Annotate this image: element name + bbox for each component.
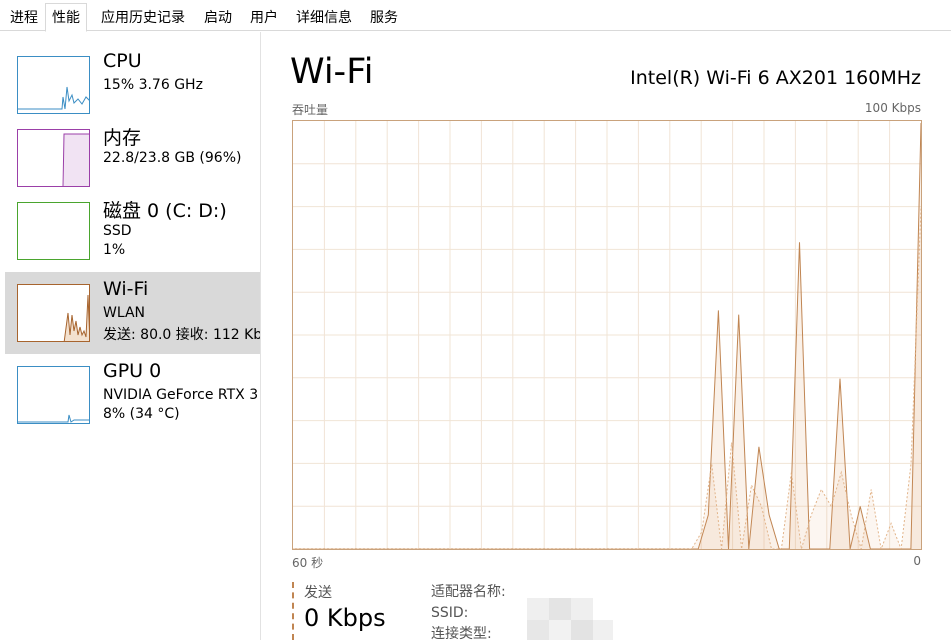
disk-mini-graph [17,202,90,260]
sidebar-item-cpu[interactable]: CPU 15% 3.76 GHz [5,44,260,126]
throughput-graph [292,120,922,550]
disk-type: SSD [103,223,132,239]
graph-label-max: 100 Kbps [864,101,921,115]
gpu-title: GPU 0 [103,360,162,382]
memory-mini-graph [17,129,90,187]
tab-startup[interactable]: 启动 [198,6,238,31]
wifi-mini-graph [17,284,90,342]
send-stat: 发送 0 Kbps [292,582,386,640]
sidebar-item-memory[interactable]: 内存 22.8/23.8 GB (96%) [5,117,260,199]
wifi-throughput: 发送: 80.0 接收: 112 Kbps [103,327,260,343]
cpu-mini-graph [17,56,90,114]
ssid-label: SSID: [431,605,469,621]
tab-performance[interactable]: 性能 [45,3,87,32]
tab-bar: 进程 性能 应用历史记录 启动 用户 详细信息 服务 [0,0,951,32]
page-title: Wi-Fi [290,52,374,92]
performance-sidebar: CPU 15% 3.76 GHz 内存 22.8/23.8 GB (96%) 磁… [0,32,261,640]
adapter-name: Intel(R) Wi-Fi 6 AX201 160MHz [630,67,921,89]
send-value: 0 Kbps [304,604,386,632]
cpu-usage: 15% 3.76 GHz [103,77,203,93]
tab-app-history[interactable]: 应用历史记录 [95,6,191,31]
sidebar-item-disk[interactable]: 磁盘 0 (C: D:) SSD 1% [5,190,260,272]
sidebar-item-wifi[interactable]: Wi-Fi WLAN 发送: 80.0 接收: 112 Kbps [5,272,260,354]
tab-services[interactable]: 服务 [364,6,404,31]
adapter-details: 适配器名称: SSID: 连接类型: [431,582,506,640]
tab-details[interactable]: 详细信息 [290,6,358,31]
gpu-model: NVIDIA GeForce RTX 3 [103,387,259,403]
adapter-name-label: 适配器名称: [431,584,506,600]
gpu-mini-graph [17,366,90,424]
throughput-graph-svg [293,121,921,549]
sidebar-item-gpu[interactable]: GPU 0 NVIDIA GeForce RTX 3 8% (34 °C) [5,354,260,436]
disk-title: 磁盘 0 (C: D:) [103,200,227,222]
graph-label-time: 60 秒 [292,556,324,570]
redacted-values [515,590,615,640]
graph-label-throughput: 吞吐量 [292,103,329,117]
cpu-title: CPU [103,50,142,72]
wifi-interface: WLAN [103,305,146,321]
memory-title: 内存 [103,127,142,149]
gpu-usage: 8% (34 °C) [103,406,180,422]
disk-usage: 1% [103,242,126,258]
tab-users[interactable]: 用户 [244,6,284,31]
wifi-title: Wi-Fi [103,278,149,300]
connection-type-label: 连接类型: [431,626,492,640]
graph-label-zero: 0 [913,554,921,568]
tab-processes[interactable]: 进程 [4,6,44,31]
send-label: 发送 [304,585,332,601]
memory-usage: 22.8/23.8 GB (96%) [103,150,242,166]
